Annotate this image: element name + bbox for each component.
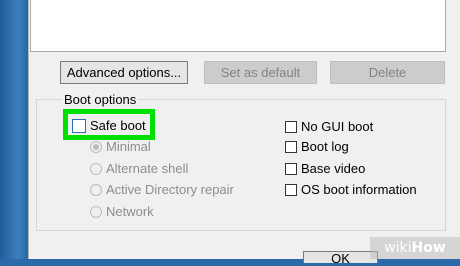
radio-label: Alternate shell bbox=[106, 161, 189, 176]
radio-alternate-shell[interactable]: Alternate shell bbox=[90, 161, 188, 176]
os-boot-information-label: OS boot information bbox=[301, 182, 417, 197]
boot-os-list[interactable] bbox=[30, 0, 446, 52]
safe-boot-label: Safe boot bbox=[90, 118, 146, 133]
radio-button[interactable] bbox=[90, 205, 102, 218]
ok-button[interactable]: OK bbox=[303, 251, 378, 266]
os-boot-information-checkbox[interactable] bbox=[285, 183, 297, 196]
radio-minimal[interactable]: Minimal bbox=[90, 139, 151, 154]
radio-active-directory-repair[interactable]: Active Directory repair bbox=[90, 182, 234, 197]
boot-options-label: Boot options bbox=[62, 92, 139, 107]
no-gui-boot-label: No GUI boot bbox=[301, 119, 374, 134]
radio-network[interactable]: Network bbox=[90, 204, 154, 219]
base-video-option[interactable]: Base video bbox=[285, 161, 365, 176]
watermark-suffix: How bbox=[411, 240, 446, 256]
safe-boot-option[interactable]: Safe boot bbox=[72, 118, 146, 133]
radio-selected-dot bbox=[93, 143, 99, 150]
base-video-label: Base video bbox=[301, 161, 366, 176]
no-gui-boot-checkbox[interactable] bbox=[285, 120, 297, 133]
radio-label: Network bbox=[106, 204, 154, 219]
boot-log-checkbox[interactable] bbox=[285, 140, 297, 153]
os-boot-information-option[interactable]: OS boot information bbox=[285, 182, 417, 197]
wikihow-watermark: wiki How bbox=[370, 237, 460, 259]
radio-button[interactable] bbox=[90, 183, 102, 196]
safe-boot-checkbox[interactable] bbox=[72, 118, 86, 133]
radio-button[interactable] bbox=[90, 162, 102, 175]
boot-log-label: Boot log bbox=[301, 139, 349, 154]
radio-label: Active Directory repair bbox=[106, 182, 234, 197]
watermark-prefix: wiki bbox=[384, 240, 412, 256]
boot-log-option[interactable]: Boot log bbox=[285, 139, 349, 154]
advanced-options-button[interactable]: Advanced options... bbox=[60, 61, 188, 84]
delete-button[interactable]: Delete bbox=[330, 61, 445, 84]
base-video-checkbox[interactable] bbox=[285, 162, 297, 175]
no-gui-boot-option[interactable]: No GUI boot bbox=[285, 119, 373, 134]
radio-label: Minimal bbox=[106, 139, 151, 154]
set-as-default-button[interactable]: Set as default bbox=[204, 61, 317, 84]
radio-button[interactable] bbox=[90, 140, 102, 153]
